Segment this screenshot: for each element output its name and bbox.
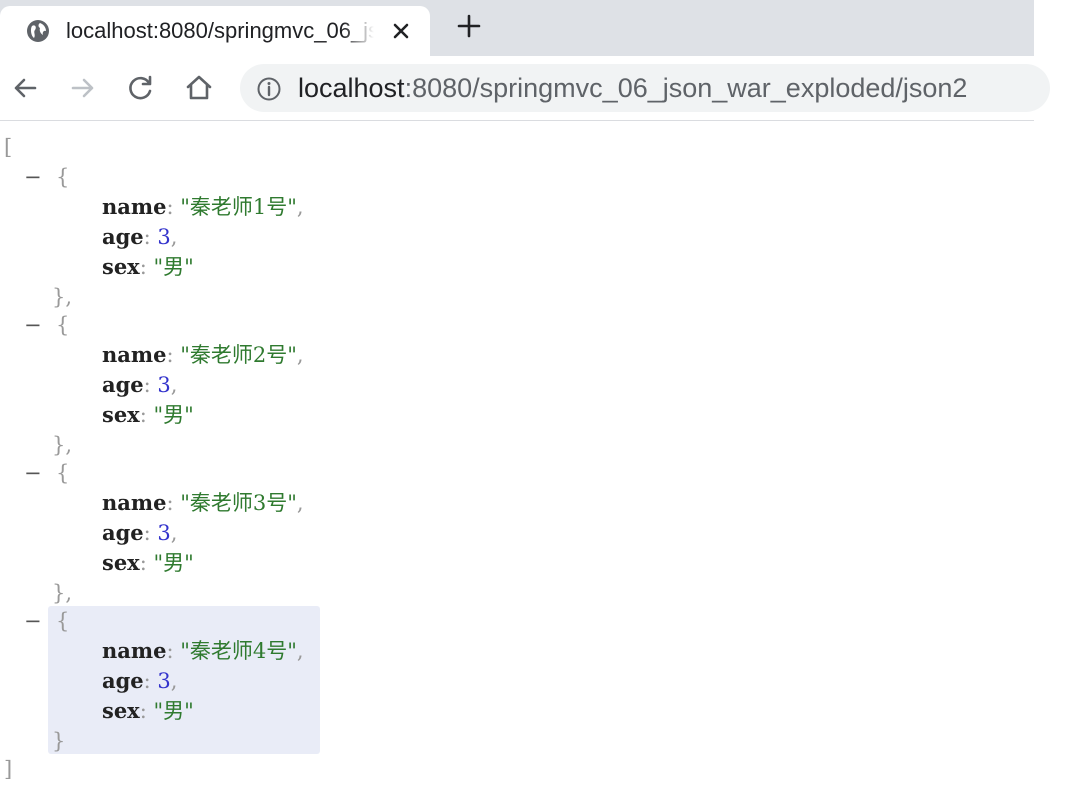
object-close-brace: } (52, 729, 66, 753)
key-sex: sex (102, 550, 140, 575)
key-age: age (102, 520, 144, 545)
object-open-brace: { (56, 461, 70, 485)
key-age: age (102, 372, 144, 397)
sex-line: sex: "男" (102, 550, 194, 575)
sex-line: sex: "男" (102, 402, 194, 427)
key-sex: sex (102, 698, 140, 723)
key-age: age (102, 224, 144, 249)
url-path: :8080/springmvc_06_json_war_exploded/jso… (404, 73, 968, 103)
name-line: name: "秦老师2号", (102, 342, 304, 367)
name-value: "秦老师3号" (180, 491, 297, 515)
sex-value: "男" (153, 403, 194, 427)
key-name: name (102, 342, 167, 367)
object-close-brace: }, (52, 581, 73, 605)
name-value: "秦老师1号" (180, 195, 297, 219)
tab-strip: localhost:8080/springmvc_06_json_war_exp… (0, 0, 1034, 56)
url-host: localhost (298, 73, 405, 103)
object-open-brace: { (56, 313, 70, 337)
sex-line: sex: "男" (102, 698, 194, 723)
collapse-toggle[interactable]: − (24, 606, 42, 636)
address-bar[interactable]: localhost:8080/springmvc_06_json_war_exp… (240, 64, 1050, 112)
age-value: 3 (157, 669, 171, 693)
toolbar: localhost:8080/springmvc_06_json_war_exp… (0, 56, 1050, 121)
key-name: name (102, 638, 167, 663)
collapse-toggle[interactable]: − (24, 458, 42, 488)
arrow-left-icon[interactable] (8, 71, 42, 105)
age-value: 3 (157, 521, 171, 545)
hover-highlight (48, 606, 320, 754)
name-line: name: "秦老师3号", (102, 490, 304, 515)
sex-value: "男" (153, 699, 194, 723)
url-text[interactable]: localhost:8080/springmvc_06_json_war_exp… (298, 72, 967, 104)
name-line: name: "秦老师1号", (102, 194, 304, 219)
arrow-right-icon[interactable] (66, 71, 100, 105)
reload-icon[interactable] (124, 71, 158, 105)
key-name: name (102, 194, 167, 219)
name-value: "秦老师4号" (180, 639, 297, 663)
plus-icon[interactable] (454, 11, 484, 41)
key-age: age (102, 668, 144, 693)
globe-icon (27, 20, 49, 42)
age-line: age: 3, (102, 668, 178, 693)
age-line: age: 3, (102, 520, 178, 545)
name-value: "秦老师2号" (180, 343, 297, 367)
browser-tab[interactable]: localhost:8080/springmvc_06_json_war_exp… (0, 6, 430, 56)
age-line: age: 3, (102, 224, 178, 249)
home-icon[interactable] (182, 71, 216, 105)
sex-line: sex: "男" (102, 254, 194, 279)
collapse-toggle[interactable]: − (24, 310, 42, 340)
object-close-brace: }, (52, 433, 73, 457)
sex-value: "男" (153, 551, 194, 575)
tab-title: localhost:8080/springmvc_06_json_war_exp… (66, 18, 374, 43)
object-open-brace: { (56, 165, 70, 189)
object-open-brace: { (56, 609, 70, 633)
age-line: age: 3, (102, 372, 178, 397)
close-icon[interactable] (388, 18, 414, 44)
key-sex: sex (102, 254, 140, 279)
name-line: name: "秦老师4号", (102, 638, 304, 663)
key-name: name (102, 490, 167, 515)
age-value: 3 (157, 225, 171, 249)
open-bracket: [ (4, 135, 13, 159)
info-icon[interactable] (256, 76, 282, 102)
key-sex: sex (102, 402, 140, 427)
object-close-brace: }, (52, 285, 73, 309)
close-bracket: ] (4, 757, 13, 781)
collapse-toggle[interactable]: − (24, 162, 42, 192)
sex-value: "男" (153, 255, 194, 279)
age-value: 3 (157, 373, 171, 397)
